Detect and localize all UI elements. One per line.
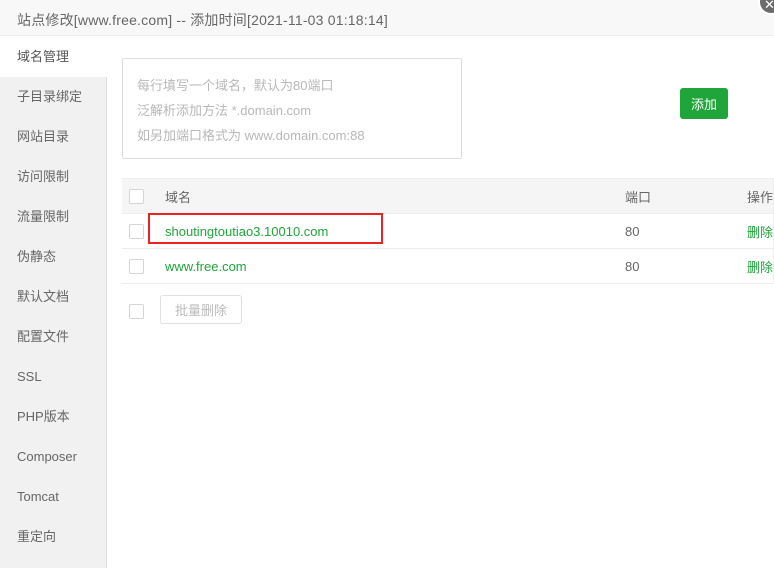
sidebar-item-label: 默认文档	[17, 289, 70, 304]
row-port-cell: 80	[625, 248, 697, 284]
bulk-action-row: 批量删除	[122, 292, 774, 332]
table-header-port: 端口	[625, 178, 697, 214]
sidebar-item-rewrite[interactable]: 伪静态	[0, 237, 106, 277]
row-checkbox[interactable]	[129, 224, 144, 240]
domain-link[interactable]: www.free.com	[165, 259, 247, 274]
row-port-cell: 80	[625, 213, 697, 249]
sidebar-item-label: 域名管理	[17, 49, 70, 64]
page-title: 站点修改[www.free.com] -- 添加时间[2021-11-03 01…	[17, 12, 388, 28]
row-select-cell	[122, 248, 165, 284]
table-header-action: 操作	[697, 178, 774, 214]
bulk-select-checkbox[interactable]	[129, 304, 144, 319]
sidebar-item-label: 流量限制	[17, 209, 70, 224]
sidebar-item-label: Tomcat	[17, 489, 59, 504]
row-checkbox[interactable]	[129, 259, 144, 275]
delete-link[interactable]: 删除	[747, 225, 773, 240]
row-action-cell: 删除	[697, 248, 774, 284]
window-header: 站点修改[www.free.com] -- 添加时间[2021-11-03 01…	[0, 0, 774, 36]
sidebar-item-label: Composer	[17, 449, 77, 464]
add-domain-button[interactable]: 添加	[680, 88, 728, 119]
domain-input-textarea[interactable]	[122, 58, 462, 159]
bulk-delete-button[interactable]: 批量删除	[160, 295, 243, 324]
close-icon-glyph: ✕	[764, 0, 774, 12]
sidebar-item-label: 重定向	[17, 529, 57, 544]
table-row: www.free.com 80 删除	[122, 248, 774, 284]
sidebar-item-label: 子目录绑定	[17, 89, 83, 104]
sidebar-item-label: 访问限制	[17, 169, 70, 184]
sidebar-item-label: 网站目录	[17, 129, 70, 144]
sidebar-item-ssl[interactable]: SSL	[0, 357, 106, 397]
sidebar-item-composer[interactable]: Composer	[0, 437, 106, 477]
delete-link[interactable]: 删除	[747, 260, 773, 275]
table-row: shoutingtoutiao3.10010.com 80 删除	[122, 213, 774, 249]
sidebar-item-label: 伪静态	[17, 249, 57, 264]
sidebar: 域名管理 子目录绑定 网站目录 访问限制 流量限制 伪静态 默认文档 配置文件 …	[0, 37, 107, 568]
sidebar-item-php-version[interactable]: PHP版本	[0, 397, 106, 437]
sidebar-item-traffic-limit[interactable]: 流量限制	[0, 197, 106, 237]
close-icon[interactable]: ✕	[758, 0, 774, 15]
sidebar-item-site-directory[interactable]: 网站目录	[0, 117, 106, 157]
domain-table: 域名 端口 操作 shoutingtoutiao3.10010.com 80 删…	[122, 178, 774, 284]
sidebar-item-label: 配置文件	[17, 329, 70, 344]
row-action-cell: 删除	[697, 213, 774, 249]
row-select-cell	[122, 213, 165, 249]
sidebar-item-config-file[interactable]: 配置文件	[0, 317, 106, 357]
sidebar-item-redirect[interactable]: 重定向	[0, 517, 106, 557]
sidebar-item-default-document[interactable]: 默认文档	[0, 277, 106, 317]
sidebar-item-subdirectory-binding[interactable]: 子目录绑定	[0, 77, 106, 117]
table-header-row: 域名 端口 操作	[122, 178, 774, 214]
table-header-domain: 域名	[165, 178, 625, 214]
main-panel: 添加 域名 端口 操作 shoutingtoutiao3.10010.com 8…	[108, 37, 774, 568]
sidebar-item-domain-management[interactable]: 域名管理	[0, 37, 107, 77]
domain-link[interactable]: shoutingtoutiao3.10010.com	[165, 224, 328, 239]
select-all-checkbox[interactable]	[129, 189, 144, 205]
sidebar-item-label: PHP版本	[17, 409, 70, 424]
row-domain-cell: shoutingtoutiao3.10010.com	[165, 213, 625, 249]
sidebar-item-access-restriction[interactable]: 访问限制	[0, 157, 106, 197]
table-header-select-all	[122, 178, 165, 214]
row-domain-cell: www.free.com	[165, 248, 625, 284]
sidebar-item-tomcat[interactable]: Tomcat	[0, 477, 106, 517]
sidebar-item-label: SSL	[17, 369, 42, 384]
